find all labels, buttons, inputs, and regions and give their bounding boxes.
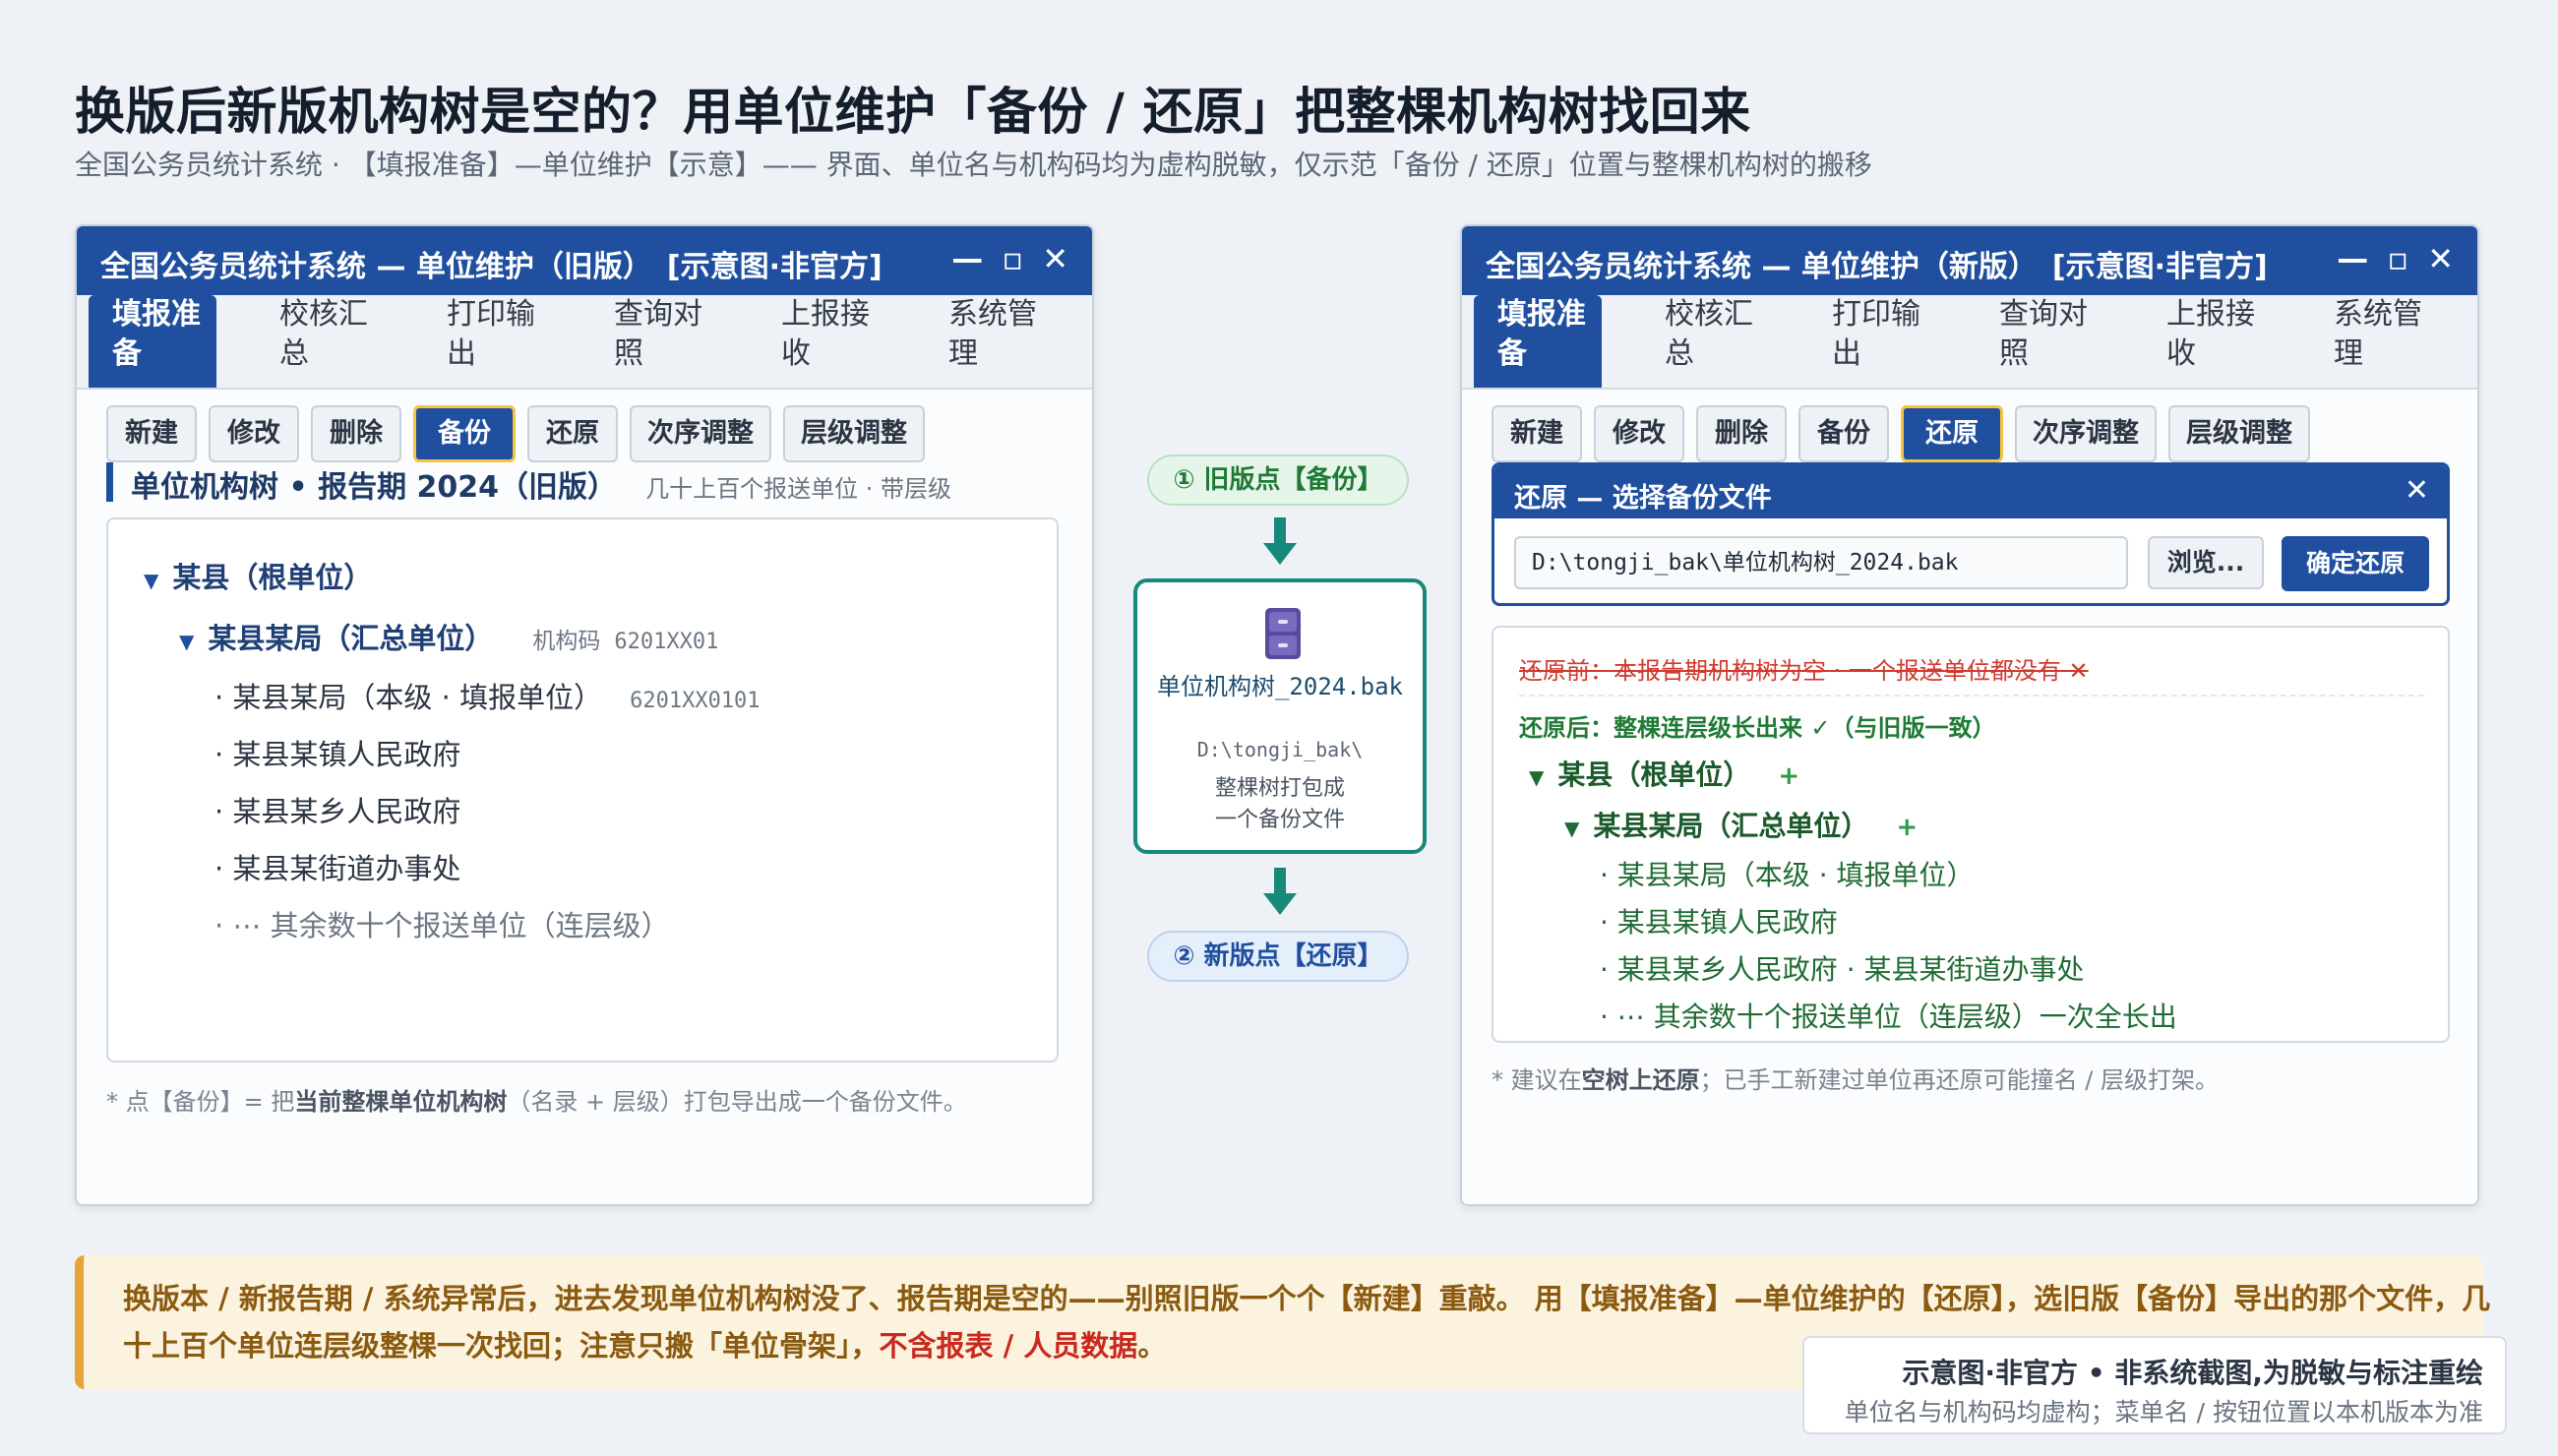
backup-file-path-input[interactable]: D:\tongji_bak\单位机构树_2024.bak [1514,536,2128,589]
page-subtitle: 全国公务员统计系统 · 【填报准备】—单位维护【示意】—— 界面、单位名与机构码… [75,149,1872,181]
menu-system-admin[interactable]: 系统管理 [925,295,1053,388]
section-title: 单位机构树 • 报告期 2024（旧版） [131,470,618,505]
old-version-window: 全国公务员统计系统 — 单位维护（旧版） [示意图·非官方] — ▫ ✕ 填报准… [75,224,1094,1206]
restore-dialog-header: 还原 — 选择备份文件 ✕ [1494,465,2447,518]
confirm-restore-button[interactable]: 确定还原 [2282,536,2429,591]
backup-file-path: D:\tongji_bak\ [1196,738,1364,761]
menu-print-output[interactable]: 打印输出 [1808,295,1936,388]
old-backup-step-badge: ① 旧版点【备份】 [1147,455,1409,506]
menu-check-summary[interactable]: 校核汇总 [1641,295,1769,388]
after-restore-status: 还原后：整棵连层级长出来 ✓（与旧版一致） [1519,714,1996,742]
browse-button[interactable]: 浏览... [2148,536,2264,589]
menu-fill-prep[interactable]: 填报准备 [1474,295,1602,388]
delete-button[interactable]: 删除 [1696,405,1787,462]
order-adjust-button[interactable]: 次序调整 [630,405,771,462]
order-adjust-button[interactable]: 次序调整 [2015,405,2157,462]
disclaimer-line2: 单位名与机构码均虚构；菜单名 / 按钮位置以本机版本为准 [1844,1398,2483,1426]
old-window-title: 全国公务员统计系统 — 单位维护（旧版） [示意图·非官方] [100,250,883,284]
restore-button[interactable]: 还原 [527,405,618,462]
new-window-title: 全国公务员统计系统 — 单位维护（新版） [示意图·非官方] [1486,250,2268,284]
old-window-titlebar: 全国公务员统计系统 — 单位维护（旧版） [示意图·非官方] — ▫ ✕ [77,226,1092,295]
restore-note: * 建议在空树上还原；已手工新建过单位再还原可能撞名 / 层级打架。 [1492,1066,2219,1094]
restore-dialog: 还原 — 选择备份文件 ✕ D:\tongji_bak\单位机构树_2024.b… [1492,462,2450,606]
tree-leaf-node[interactable]: · 某县某镇人民政府 [1600,901,1838,940]
old-menubar: 填报准备 校核汇总 打印输出 查询对照 上报接收 系统管理 [77,295,1092,390]
tree-more-node: · ⋯ 其余数十个报送单位（连层级） [214,909,670,942]
tree-leaf-node[interactable]: · 某县某街道办事处 [214,846,460,887]
org-code: 6201XX0101 [630,689,761,713]
tree-leaf-node[interactable]: · 某县某镇人民政府 [214,732,460,773]
org-code: 6201XX01 [614,630,719,654]
backup-button[interactable]: 备份 [1798,405,1889,462]
caret-down-icon[interactable]: ▼ [1564,817,1579,840]
file-cabinet-icon [1265,608,1301,659]
caret-down-icon[interactable]: ▼ [144,569,158,592]
new-button[interactable]: 新建 [1492,405,1582,462]
org-code-label: 机构码 [532,629,601,654]
tree-summary-node[interactable]: ▼ 某县某局（汇总单位） 机构码 6201XX01 [179,616,718,657]
menu-system-admin[interactable]: 系统管理 [2310,295,2438,388]
edit-button[interactable]: 修改 [209,405,299,462]
restore-dialog-title: 还原 — 选择备份文件 [1514,483,1772,514]
menu-query-compare[interactable]: 查询对照 [590,295,718,388]
tree-leaf-node[interactable]: · 某县某局（本级 · 填报单位） 6201XX0101 [214,675,761,716]
plus-icon: + [1896,813,1918,842]
tree-root-node[interactable]: ▼ 某县（根单位） + [1529,754,1799,793]
backup-file-name: 单位机构树_2024.bak [1156,673,1404,700]
tree-leaf-node[interactable]: · 某县某乡人民政府 · 某县某街道办事处 [1600,948,2085,988]
menu-report-receive[interactable]: 上报接收 [758,295,885,388]
menu-print-output[interactable]: 打印输出 [423,295,551,388]
edit-button[interactable]: 修改 [1594,405,1684,462]
tree-root-node[interactable]: ▼ 某县（根单位） [144,555,372,596]
close-icon[interactable]: ✕ [2405,473,2429,508]
backup-file-description: 整棵树打包成 一个备份文件 [1214,776,1345,832]
page-title: 换版后新版机构树是空的？用单位维护「备份 / 还原」把整棵机构树找回来 [75,84,1751,142]
window-controls[interactable]: — ▫ ✕ [2337,240,2458,277]
arrow-down-icon [1263,868,1297,915]
tree-leaf-node[interactable]: · 某县某局（本级 · 填报单位） [1600,854,1975,893]
tree-more-node: · ⋯ 其余数十个报送单位（连层级）一次全长出 [1600,1001,2177,1033]
plus-icon: + [1778,761,1800,791]
section-hint: 几十上百个报送单位 · 带层级 [645,475,951,503]
org-tree: ▼ 某县（根单位） ▼ 某县某局（汇总单位） 机构码 6201XX01 · 某县某局（本… [106,517,1059,1062]
org-tree-section-header: 单位机构树 • 报告期 2024（旧版） 几十上百个报送单位 · 带层级 [106,462,951,505]
backup-button[interactable]: 备份 [413,405,516,462]
level-adjust-button[interactable]: 层级调整 [783,405,925,462]
caret-down-icon[interactable]: ▼ [1529,765,1544,789]
new-version-window: 全国公务员统计系统 — 单位维护（新版） [示意图·非官方] — ▫ ✕ 填报准… [1460,224,2479,1206]
delete-button[interactable]: 删除 [311,405,401,462]
divider [1519,695,2424,697]
caret-down-icon[interactable]: ▼ [179,630,194,653]
backup-note: * 点【备份】= 把当前整棵单位机构树（名录 + 层级）打包导出成一个备份文件。 [106,1088,967,1116]
tree-leaf-node[interactable]: · 某县某乡人民政府 [214,789,460,830]
disclaimer-box: 示意图·非官方 • 非系统截图,为脱敏与标注重绘 单位名与机构码均虚构；菜单名 … [1802,1336,2507,1434]
new-button[interactable]: 新建 [106,405,197,462]
menu-query-compare[interactable]: 查询对照 [1976,295,2103,388]
arrow-down-icon [1263,517,1297,565]
menu-report-receive[interactable]: 上报接收 [2143,295,2271,388]
tree-summary-node[interactable]: ▼ 某县某局（汇总单位） + [1564,805,1918,844]
menu-check-summary[interactable]: 校核汇总 [256,295,384,388]
level-adjust-button[interactable]: 层级调整 [2168,405,2310,462]
restored-tree-panel: 还原前：本报告期机构树为空 · 一个报送单位都没有 ✕ 还原后：整棵连层级长出来… [1492,626,2450,1043]
new-window-titlebar: 全国公务员统计系统 — 单位维护（新版） [示意图·非官方] — ▫ ✕ [1462,226,2477,295]
window-controls[interactable]: — ▫ ✕ [951,240,1072,277]
new-menubar: 填报准备 校核汇总 打印输出 查询对照 上报接收 系统管理 [1462,295,2477,390]
menu-fill-prep[interactable]: 填报准备 [89,295,216,388]
disclaimer-line1: 示意图·非官方 • 非系统截图,为脱敏与标注重绘 [1902,1357,2483,1389]
before-restore-status: 还原前：本报告期机构树为空 · 一个报送单位都没有 ✕ [1519,657,2089,685]
backup-file-card: 单位机构树_2024.bak D:\tongji_bak\ 整棵树打包成 一个备… [1133,578,1427,854]
new-restore-step-badge: ② 新版点【还原】 [1147,931,1409,982]
restore-button[interactable]: 还原 [1901,405,2003,462]
